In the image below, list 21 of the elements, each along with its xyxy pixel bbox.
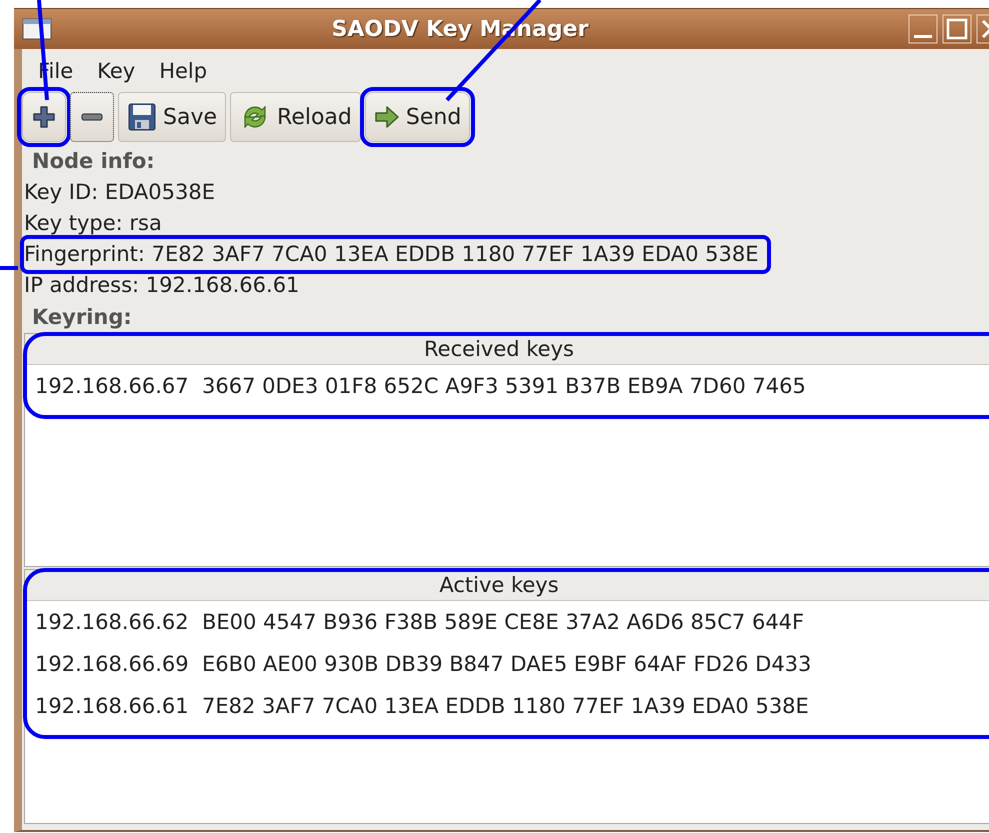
maximize-icon[interactable] [942,14,972,44]
minimize-icon[interactable] [908,14,938,44]
right-arrow-icon [374,105,400,129]
key-row[interactable]: 192.168.66.62 BE00 4547 B936 F38B 589E CE8E 37A2 A6D6 85C7 644F [25,601,989,643]
menu-item[interactable]: Key [87,57,146,85]
menu-item[interactable]: Help [149,57,218,85]
column-header[interactable]: Received keys [25,334,989,365]
remove-button[interactable] [70,92,114,142]
leader-line [0,266,18,270]
column-header[interactable]: Active keys [25,570,989,601]
info-line: Key type: rsa [24,210,163,237]
key-row[interactable]: 192.168.66.61 7E82 3AF7 7CA0 13EA EDDB 1180 77EF 1A39 EDA0 538E [25,685,989,727]
plus-icon [31,104,57,130]
section-heading: Node info: [31,149,156,175]
key-row[interactable]: 192.168.66.67 3667 0DE3 01F8 652C A9F3 5391 B37B EB9A 7D60 7465 [25,365,989,407]
save-button[interactable]: Save [118,92,226,142]
reload-button[interactable]: Reload [230,92,361,142]
section-heading: Keyring: [31,305,133,331]
info-line: Key ID: EDA0538E [24,179,216,206]
key-row[interactable]: 192.168.66.69 E6B0 AE00 930B DB39 B847 DAE5 E9BF 64AF FD26 D433 [25,643,989,685]
info-line: IP address: 192.168.66.61 [24,272,300,299]
